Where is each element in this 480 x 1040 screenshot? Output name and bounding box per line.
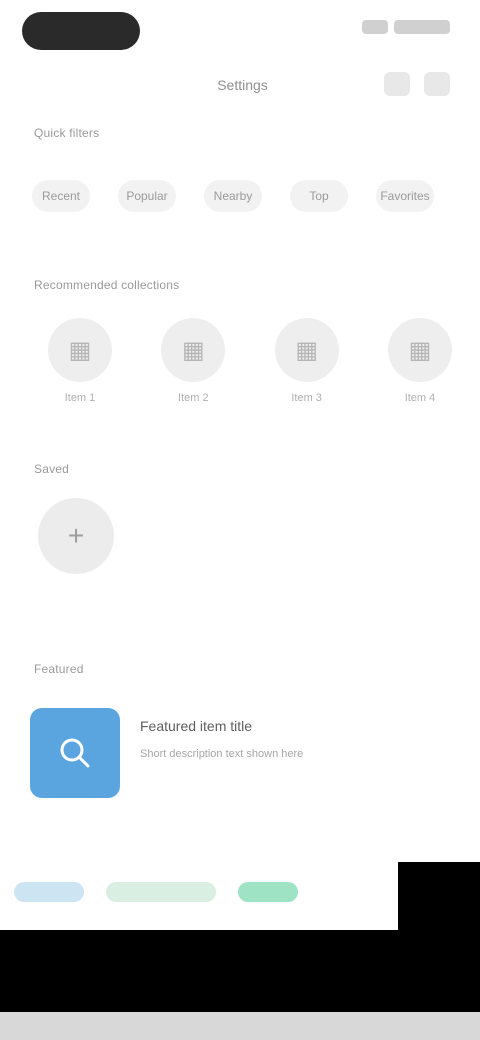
grid-icon: ▦	[48, 318, 112, 382]
page-title: Settings	[217, 77, 268, 93]
system-nav-bar	[0, 930, 480, 1012]
round-item-label: Item 3	[291, 392, 322, 404]
overlay-panel	[398, 862, 480, 932]
nav-item-3[interactable]	[238, 882, 298, 902]
filter-chip[interactable]: Recent	[32, 180, 90, 212]
round-item-label: Item 1	[64, 392, 96, 404]
filter-row: Recent Popular Nearby Top Favorites	[32, 180, 434, 212]
filter-chip[interactable]: Favorites	[376, 180, 434, 212]
bottom-edge	[0, 1012, 480, 1040]
status-bar-pill	[22, 12, 140, 50]
filter-chip[interactable]: Top	[290, 180, 348, 212]
featured-card-icon[interactable]	[30, 708, 120, 798]
header-actions	[384, 72, 450, 96]
battery-icon	[394, 20, 450, 34]
round-item[interactable]: ▦ Item 4	[380, 318, 460, 404]
search-icon[interactable]	[384, 72, 410, 96]
round-item[interactable]: ▦ Item 1	[40, 318, 120, 404]
round-item-label: Item 2	[178, 392, 209, 404]
nav-item-1[interactable]	[14, 882, 84, 902]
status-indicators	[362, 20, 450, 34]
section-heading-recommended: Recommended collections	[34, 278, 180, 292]
round-item-label: Item 4	[404, 392, 436, 404]
round-item[interactable]: ▦ Item 2	[153, 318, 233, 404]
round-item[interactable]: ▦ Item 3	[267, 318, 347, 404]
section-heading-quick-filters: Quick filters	[34, 126, 100, 140]
section-heading-featured: Featured	[34, 662, 84, 676]
nav-item-2[interactable]	[106, 882, 216, 902]
more-icon[interactable]	[424, 72, 450, 96]
featured-card-title[interactable]: Featured item title	[140, 718, 252, 734]
section-heading-saved: Saved	[34, 462, 70, 476]
grid-icon: ▦	[387, 318, 452, 382]
add-item-button[interactable]: +	[36, 498, 116, 574]
bottom-nav	[14, 868, 424, 916]
plus-icon: +	[38, 498, 114, 574]
grid-icon: ▦	[274, 318, 339, 382]
search-icon	[60, 738, 90, 768]
round-items-row: ▦ Item 1 ▦ Item 2 ▦ Item 3 ▦ Item 4	[40, 318, 460, 404]
filter-chip[interactable]: Popular	[118, 180, 176, 212]
featured-card-subtitle: Short description text shown here	[140, 748, 304, 760]
filter-chip[interactable]: Nearby	[204, 180, 262, 212]
grid-icon: ▦	[161, 318, 226, 382]
signal-icon	[362, 20, 388, 34]
